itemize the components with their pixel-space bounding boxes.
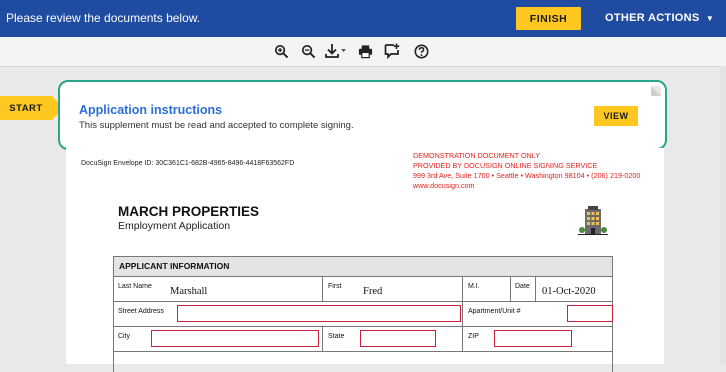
date-label: Date [515, 283, 530, 290]
last-name-label: Last Name [118, 283, 152, 290]
last-name-value: Marshall [170, 286, 208, 297]
first-name-label: First [328, 283, 342, 290]
date-value: 01-Oct-2020 [542, 286, 596, 297]
name-row: Last Name Marshall First Fred M.I. Date … [113, 277, 613, 302]
apartment-label: Apartment/Unit # [468, 308, 521, 315]
city-row: City State ZIP [113, 327, 613, 352]
document-toolbar [0, 37, 726, 67]
caret-down-icon: ▼ [705, 14, 715, 23]
finish-button[interactable]: FINISH [516, 7, 581, 30]
building-icon [578, 204, 608, 241]
supplement-card: Application instructions This supplement… [58, 80, 667, 150]
page-fold-icon [651, 86, 661, 96]
view-button[interactable]: VIEW [594, 106, 638, 126]
demo-line: PROVIDED BY DOCUSIGN ONLINE SIGNING SERV… [413, 161, 598, 170]
demo-line: www.docusign.com [413, 181, 475, 190]
demo-line: 999 3rd Ave, Suite 1700 • Seattle • Wash… [413, 171, 641, 180]
section-title: APPLICANT INFORMATION [113, 257, 613, 277]
download-icon[interactable] [323, 42, 349, 60]
state-label: State [328, 333, 345, 340]
demo-line: DEMONSTRATION DOCUMENT ONLY [413, 151, 540, 160]
applicant-form: APPLICANT INFORMATION Last Name Marshall… [113, 256, 613, 372]
other-actions-label: OTHER ACTIONS [605, 12, 700, 24]
start-button[interactable]: START [0, 96, 64, 120]
apartment-field[interactable] [567, 305, 613, 322]
city-field[interactable] [151, 330, 319, 347]
supplement-title[interactable]: Application instructions [79, 103, 222, 117]
envelope-id: DocuSign Envelope ID: 30C361C1-682B-4965… [81, 160, 295, 167]
next-row [113, 352, 613, 372]
zoom-out-icon[interactable] [299, 42, 317, 60]
supplement-description: This supplement must be read and accepte… [79, 120, 354, 131]
comment-icon[interactable] [383, 42, 401, 60]
review-message: Please review the documents below. [6, 11, 201, 25]
first-name-value: Fred [363, 286, 383, 297]
zoom-in-icon[interactable] [272, 42, 290, 60]
demo-notice: DEMONSTRATION DOCUMENT ONLY PROVIDED BY … [413, 151, 640, 191]
application-type: Employment Application [118, 220, 231, 232]
zip-label: ZIP [468, 333, 479, 340]
top-bar: Please review the documents below. FINIS… [0, 0, 726, 37]
mi-label: M.I. [468, 283, 480, 290]
street-address-field[interactable] [177, 305, 461, 322]
print-icon[interactable] [356, 42, 374, 60]
address-row: Street Address Apartment/Unit # [113, 302, 613, 327]
company-name: MARCH PROPERTIES [118, 204, 260, 219]
scrollbar[interactable] [720, 66, 726, 364]
zip-field[interactable] [494, 330, 572, 347]
document-page: DocuSign Envelope ID: 30C361C1-682B-4965… [66, 148, 664, 372]
street-address-label: Street Address [118, 308, 164, 315]
state-field[interactable] [360, 330, 436, 347]
help-icon[interactable] [412, 42, 430, 60]
city-label: City [118, 333, 131, 340]
other-actions-menu[interactable]: OTHER ACTIONS ▼ [605, 12, 714, 24]
